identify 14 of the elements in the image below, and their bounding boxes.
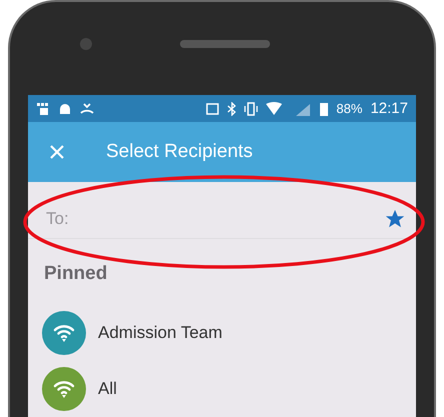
wifi-signal-icon bbox=[266, 102, 282, 116]
recipient-item[interactable]: All bbox=[28, 361, 416, 417]
bluetooth-icon bbox=[227, 102, 236, 116]
section-heading: Pinned bbox=[44, 263, 108, 285]
battery-icon bbox=[320, 102, 328, 116]
camera-icon bbox=[80, 38, 92, 50]
recipient-field[interactable]: To: bbox=[44, 208, 384, 230]
vibrate-icon bbox=[244, 102, 258, 116]
recipient-item[interactable]: Admission Team bbox=[28, 305, 416, 361]
screen-title: Select Recipients bbox=[106, 141, 253, 163]
battery-percentage: 88% bbox=[336, 101, 362, 116]
star-icon[interactable] bbox=[384, 208, 406, 230]
close-icon[interactable] bbox=[48, 143, 66, 161]
clock-time: 12:17 bbox=[370, 100, 408, 117]
